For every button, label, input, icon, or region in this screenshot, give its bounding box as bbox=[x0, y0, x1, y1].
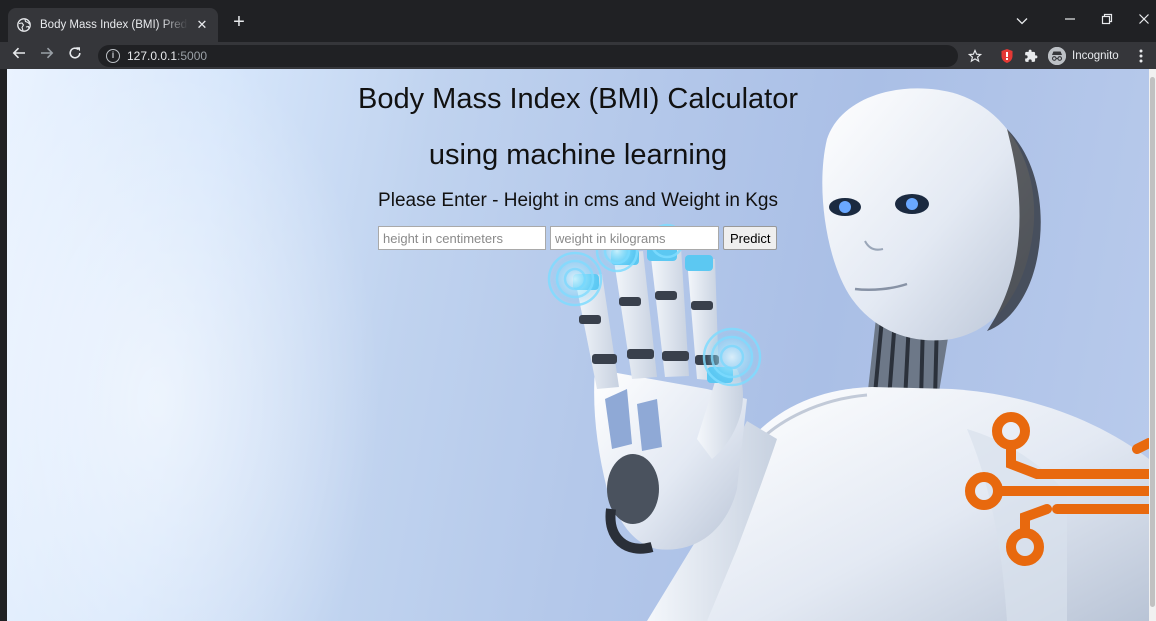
minimize-icon[interactable] bbox=[1060, 10, 1080, 30]
globe-icon bbox=[16, 17, 32, 33]
incognito-indicator[interactable]: Incognito bbox=[1048, 45, 1119, 67]
incognito-icon bbox=[1048, 47, 1066, 65]
url-port: :5000 bbox=[177, 49, 208, 63]
tab-title: Body Mass Index (BMI) Prediction bbox=[40, 19, 188, 31]
tab-search-chevron-icon[interactable] bbox=[1012, 10, 1032, 30]
url-host: 127.0.0.1 bbox=[127, 49, 178, 63]
bmi-form: Predict bbox=[378, 226, 778, 250]
incognito-label: Incognito bbox=[1072, 50, 1119, 62]
browser-toolbar: i 127.0.0.1 :5000 Incognito bbox=[0, 42, 1156, 69]
instruction-text: Please Enter - Height in cms and Weight … bbox=[378, 190, 778, 211]
extension-shield-icon[interactable] bbox=[998, 46, 1016, 66]
new-tab-button[interactable]: + bbox=[228, 12, 250, 34]
address-bar[interactable]: i 127.0.0.1 :5000 bbox=[98, 45, 958, 67]
back-arrow-icon[interactable] bbox=[8, 45, 30, 67]
tab-strip: Body Mass Index (BMI) Prediction ✕ + bbox=[0, 0, 1156, 42]
star-bookmark-icon[interactable] bbox=[966, 46, 984, 66]
browser-tab[interactable]: Body Mass Index (BMI) Prediction ✕ bbox=[8, 8, 218, 42]
robot-head bbox=[822, 88, 1041, 341]
info-icon[interactable]: i bbox=[106, 49, 120, 63]
page-subtitle: using machine learning bbox=[428, 139, 728, 171]
close-window-icon[interactable] bbox=[1134, 10, 1154, 30]
menu-dots-icon[interactable] bbox=[1134, 46, 1148, 66]
forward-arrow-icon[interactable] bbox=[36, 45, 58, 67]
extensions-puzzle-icon[interactable] bbox=[1022, 46, 1040, 66]
reload-icon[interactable] bbox=[64, 45, 86, 67]
page-scrollbar[interactable] bbox=[1149, 69, 1156, 621]
restore-icon[interactable] bbox=[1097, 10, 1117, 30]
close-tab-icon[interactable]: ✕ bbox=[194, 17, 210, 33]
page-title: Body Mass Index (BMI) Calculator bbox=[358, 83, 798, 115]
scrollbar-thumb[interactable] bbox=[1150, 77, 1155, 607]
weight-input[interactable] bbox=[550, 226, 719, 250]
page-viewport: Body Mass Index (BMI) Calculator using m… bbox=[7, 69, 1149, 621]
height-input[interactable] bbox=[378, 226, 546, 250]
predict-button[interactable]: Predict bbox=[723, 226, 778, 250]
